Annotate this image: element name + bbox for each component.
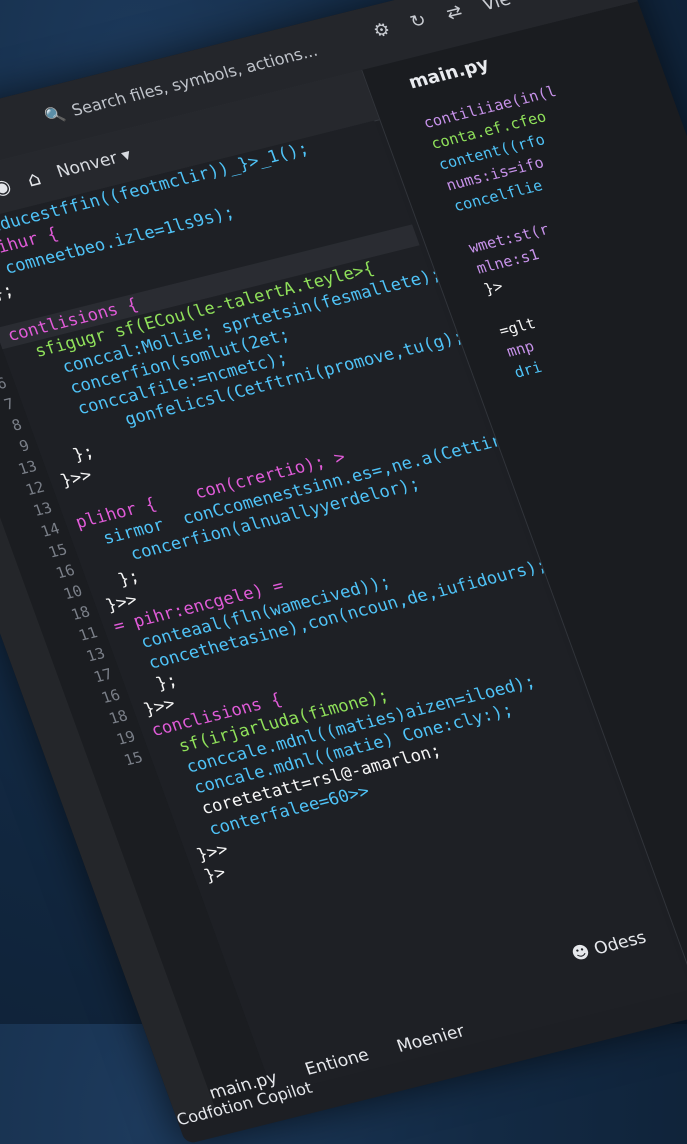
branch-dropdown-label: Nonver bbox=[53, 148, 121, 183]
top-right-label[interactable]: Vie bbox=[479, 0, 513, 15]
settings-icon[interactable]: ⚙ bbox=[370, 19, 393, 43]
tab-entione[interactable]: Entione bbox=[302, 1045, 372, 1080]
refresh-icon[interactable]: ↻ bbox=[407, 10, 429, 33]
ide-window: 🔍 Search files, symbols, actions... ⚙ ↻ … bbox=[0, 0, 687, 1144]
branch-dropdown[interactable]: Nonver ▾ bbox=[54, 145, 134, 182]
search-icon: 🔍 bbox=[41, 103, 68, 127]
secondary-tab-main[interactable]: main.py bbox=[406, 54, 492, 94]
home-icon[interactable]: ⌂ bbox=[23, 166, 44, 192]
sync-icon[interactable]: ⇄ bbox=[443, 1, 465, 24]
record-icon[interactable]: ◉ bbox=[0, 173, 14, 200]
top-icon-group: ⚙ ↻ ⇄ Vie bbox=[370, 0, 513, 42]
chevron-down-icon: ▾ bbox=[118, 145, 134, 167]
